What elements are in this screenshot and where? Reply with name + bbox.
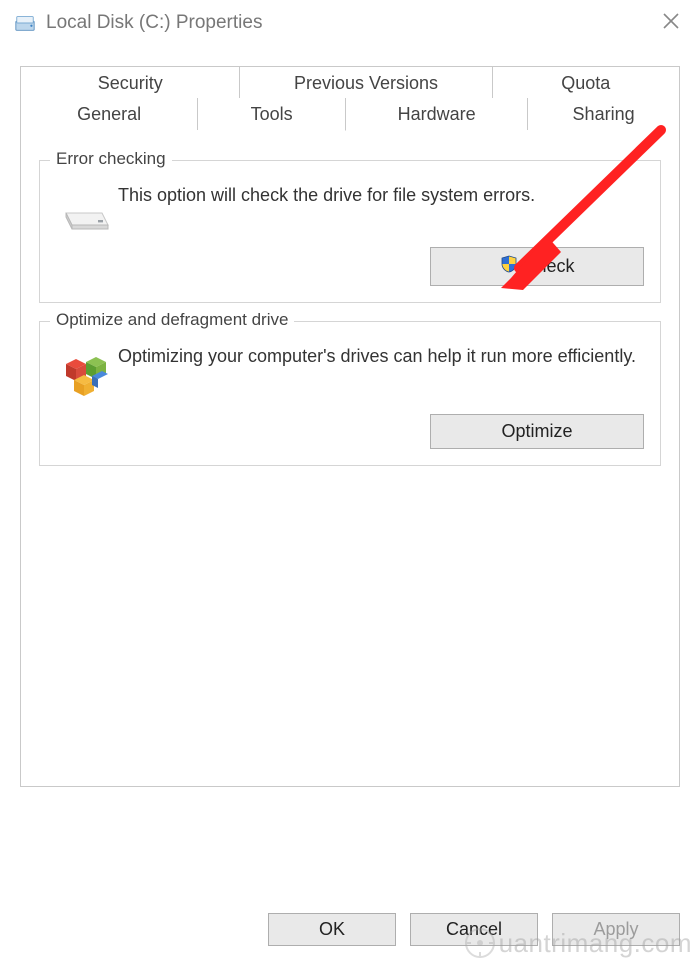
drive-icon xyxy=(14,12,42,34)
close-icon xyxy=(662,12,680,30)
titlebar: Local Disk (C:) Properties xyxy=(0,0,700,48)
group-title-error-checking: Error checking xyxy=(50,149,172,169)
cancel-button-label: Cancel xyxy=(446,919,502,940)
tab-sharing[interactable]: Sharing xyxy=(528,98,680,131)
check-button[interactable]: Check xyxy=(430,247,644,286)
tab-quota[interactable]: Quota xyxy=(493,66,680,99)
group-optimize: Optimize and defragment drive xyxy=(39,321,661,466)
tab-hardware[interactable]: Hardware xyxy=(346,98,528,131)
tab-panel-tools: Error checking This option will check th… xyxy=(20,130,680,787)
close-button[interactable] xyxy=(656,10,686,36)
tab-tools[interactable]: Tools xyxy=(198,98,346,131)
defrag-icon xyxy=(56,344,118,400)
optimize-button-label: Optimize xyxy=(501,421,572,442)
cancel-button[interactable]: Cancel xyxy=(410,913,538,946)
group-title-optimize: Optimize and defragment drive xyxy=(50,310,294,330)
tab-security[interactable]: Security xyxy=(20,66,240,99)
window-title: Local Disk (C:) Properties xyxy=(42,12,656,34)
optimize-button[interactable]: Optimize xyxy=(430,414,644,449)
apply-button-label: Apply xyxy=(593,919,638,940)
tab-general[interactable]: General xyxy=(20,98,198,131)
dialog-footer: OK Cancel Apply xyxy=(268,913,680,946)
ok-button-label: OK xyxy=(319,919,345,940)
tab-previous-versions[interactable]: Previous Versions xyxy=(240,66,492,99)
error-checking-description: This option will check the drive for fil… xyxy=(118,183,644,207)
ok-button[interactable]: OK xyxy=(268,913,396,946)
uac-shield-icon xyxy=(499,254,519,279)
drive-check-icon xyxy=(56,183,118,233)
apply-button[interactable]: Apply xyxy=(552,913,680,946)
check-button-label: Check xyxy=(523,256,574,277)
group-error-checking: Error checking This option will check th… xyxy=(39,160,661,303)
optimize-description: Optimizing your computer's drives can he… xyxy=(118,344,644,368)
tab-strip: Security Previous Versions Quota General… xyxy=(20,66,680,131)
